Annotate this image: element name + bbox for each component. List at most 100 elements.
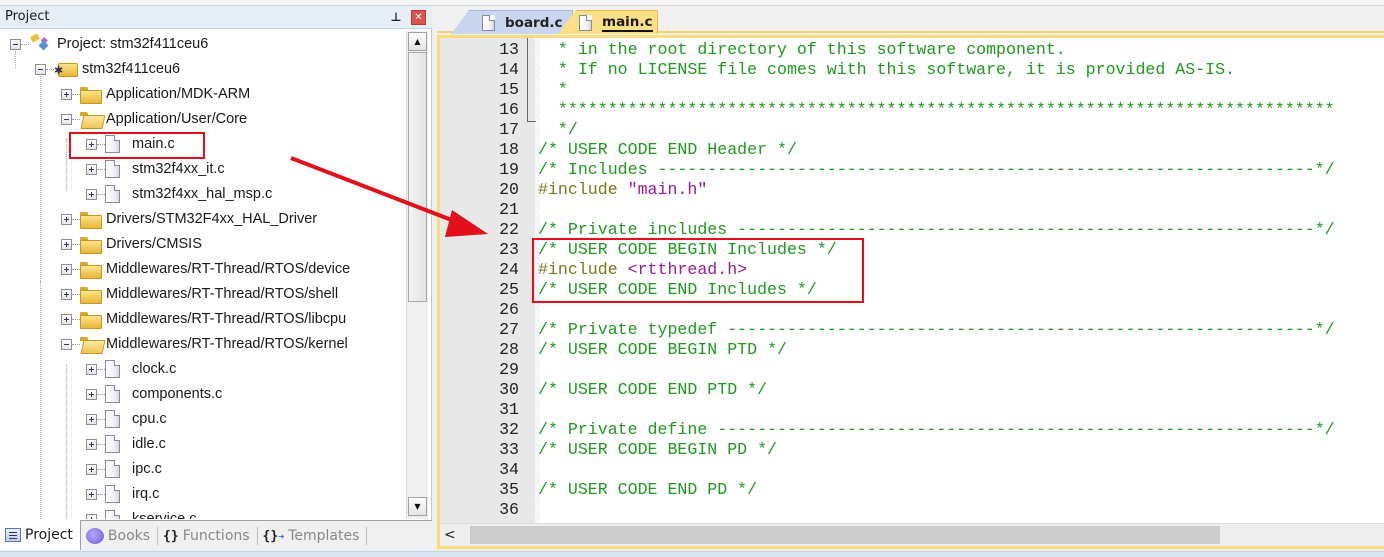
code-text: /* Private define ----------------------… — [538, 420, 1335, 440]
tab-templates[interactable]: {}➜ Templates — [258, 522, 367, 550]
collapse-icon[interactable] — [61, 113, 72, 125]
file-icon — [105, 160, 120, 178]
tree-item-folder[interactable]: Middlewares/RT-Thread/RTOS/shell — [61, 283, 338, 305]
folder-icon — [80, 236, 102, 254]
tree-item-folder[interactable]: Middlewares/RT-Thread/RTOS/libcpu — [61, 308, 346, 330]
highlight-box-tree-main-c — [69, 132, 205, 159]
line-number: 24 — [499, 260, 519, 279]
code-line[interactable]: 31 — [440, 400, 1384, 420]
code-line[interactable]: 33 /* USER CODE BEGIN PD */ — [440, 440, 1384, 460]
tree-item-target[interactable]: stm32f411ceu6 — [35, 58, 180, 80]
tree-item-project[interactable]: Project: stm32f411ceu6 — [10, 33, 208, 55]
tree-item-folder[interactable]: Middlewares/RT-Thread/RTOS/device — [61, 258, 350, 280]
books-icon — [85, 528, 104, 544]
code-line[interactable]: 14 * If no LICENSE file comes with this … — [440, 60, 1384, 80]
expand-icon[interactable] — [61, 213, 72, 225]
templates-icon: {}➜ — [262, 528, 285, 544]
code-line[interactable]: 19 /* Includes --------------------------… — [440, 160, 1384, 180]
expand-icon[interactable] — [61, 263, 72, 275]
tab-books[interactable]: Books — [81, 522, 157, 550]
tree-item-file[interactable]: cpu.c — [86, 408, 167, 430]
tab-label: Books — [107, 528, 151, 544]
scrollbar-thumb[interactable] — [470, 526, 1220, 544]
tab-functions[interactable]: {} Functions — [158, 522, 257, 550]
expand-icon[interactable] — [86, 463, 97, 475]
file-icon — [105, 485, 120, 503]
code-line[interactable]: 16 *************************************… — [440, 100, 1384, 120]
code-line[interactable]: 36 — [440, 500, 1384, 520]
code-text: /* Private typedef ---------------------… — [538, 320, 1335, 340]
tree-item-file[interactable]: ipc.c — [86, 458, 162, 480]
tab-board-c[interactable]: board.c — [451, 10, 573, 34]
tree-connector — [97, 443, 105, 445]
tree-item-folder[interactable]: Middlewares/RT-Thread/RTOS/kernel — [61, 333, 348, 355]
code-line[interactable]: 21 — [440, 200, 1384, 220]
comment-token: /* USER CODE END PD */ — [538, 480, 758, 499]
expand-icon[interactable] — [86, 513, 97, 519]
expand-icon[interactable] — [61, 88, 72, 100]
code-line[interactable]: 28 /* USER CODE BEGIN PTD */ — [440, 340, 1384, 360]
tree-item-file[interactable]: clock.c — [86, 358, 176, 380]
code-line[interactable]: 17 */ — [440, 120, 1384, 140]
tree-guide-line — [40, 281, 41, 519]
tree-item-file[interactable]: stm32f4xx_it.c — [86, 158, 225, 180]
code-line[interactable]: 22 /* Private includes ------------------… — [440, 220, 1384, 240]
tab-main-c[interactable]: main.c — [558, 10, 658, 34]
tree-vertical-scrollbar[interactable]: ▲ ▼ — [406, 31, 428, 519]
folder-icon — [80, 286, 102, 304]
expand-icon[interactable] — [61, 238, 72, 250]
tree-connector — [72, 243, 80, 245]
line-number: 18 — [499, 140, 519, 159]
line-number: 34 — [499, 460, 519, 479]
chevron-left-icon[interactable]: < — [444, 527, 456, 543]
tree-item-file[interactable]: irq.c — [86, 483, 159, 505]
scrollbar-thumb[interactable] — [408, 52, 427, 302]
tree-item-file[interactable]: idle.c — [86, 433, 166, 455]
tree-item-file[interactable]: stm32f4xx_hal_msp.c — [86, 183, 272, 205]
code-line[interactable]: 13 * in the root directory of this softw… — [440, 40, 1384, 60]
close-icon[interactable]: ✕ — [411, 10, 426, 25]
tree-item-folder[interactable]: Drivers/STM32F4xx_HAL_Driver — [61, 208, 317, 230]
folder-icon — [80, 311, 102, 329]
tree-item-folder[interactable]: Drivers/CMSIS — [61, 233, 202, 255]
expand-icon[interactable] — [61, 288, 72, 300]
expand-icon[interactable] — [86, 388, 97, 400]
editor-horizontal-scrollbar[interactable]: < — [440, 523, 1384, 546]
expand-icon[interactable] — [86, 188, 97, 200]
collapse-icon[interactable] — [61, 338, 72, 350]
tree-item-file[interactable]: components.c — [86, 383, 222, 405]
expand-icon[interactable] — [86, 413, 97, 425]
code-text: /* USER CODE BEGIN PTD */ — [538, 340, 787, 360]
code-line[interactable]: 30 /* USER CODE END PTD */ — [440, 380, 1384, 400]
tree-item-label: stm32f4xx_it.c — [132, 161, 225, 177]
expand-icon[interactable] — [86, 163, 97, 175]
line-number: 30 — [499, 380, 519, 399]
expand-icon[interactable] — [61, 313, 72, 325]
collapse-icon[interactable] — [10, 38, 21, 50]
collapse-icon[interactable] — [35, 63, 46, 75]
code-line[interactable]: 18 /* USER CODE END Header */ — [440, 140, 1384, 160]
scroll-down-icon[interactable]: ▼ — [408, 497, 427, 516]
tree-item-file[interactable]: kservice.c — [86, 508, 196, 519]
expand-icon[interactable] — [86, 438, 97, 450]
code-line[interactable]: 26 — [440, 300, 1384, 320]
code-text: /* USER CODE END PD */ — [538, 480, 757, 500]
code-text: /* USER CODE END Header */ — [538, 140, 797, 160]
tree-item-label: kservice.c — [132, 511, 197, 519]
code-line[interactable]: 20 #include "main.h" — [440, 180, 1384, 200]
tab-project[interactable]: Project — [0, 520, 81, 550]
code-line[interactable]: 15 * — [440, 80, 1384, 100]
project-panel: Project ⊥ ✕ Project: stm32f411ceu6 stm32f… — [0, 6, 432, 551]
pin-icon[interactable]: ⊥ — [389, 10, 403, 24]
tree-item-folder[interactable]: Application/MDK-ARM — [61, 83, 250, 105]
expand-icon[interactable] — [86, 488, 97, 500]
code-line[interactable]: 34 — [440, 460, 1384, 480]
tree-item-folder[interactable]: Application/User/Core — [61, 108, 247, 130]
code-line[interactable]: 35 /* USER CODE END PD */ — [440, 480, 1384, 500]
scroll-up-icon[interactable]: ▲ — [408, 32, 427, 51]
tab-label: Functions — [182, 528, 250, 544]
code-line[interactable]: 27 /* Private typedef -------------------… — [440, 320, 1384, 340]
code-line[interactable]: 32 /* Private define --------------------… — [440, 420, 1384, 440]
expand-icon[interactable] — [86, 363, 97, 375]
code-line[interactable]: 29 — [440, 360, 1384, 380]
